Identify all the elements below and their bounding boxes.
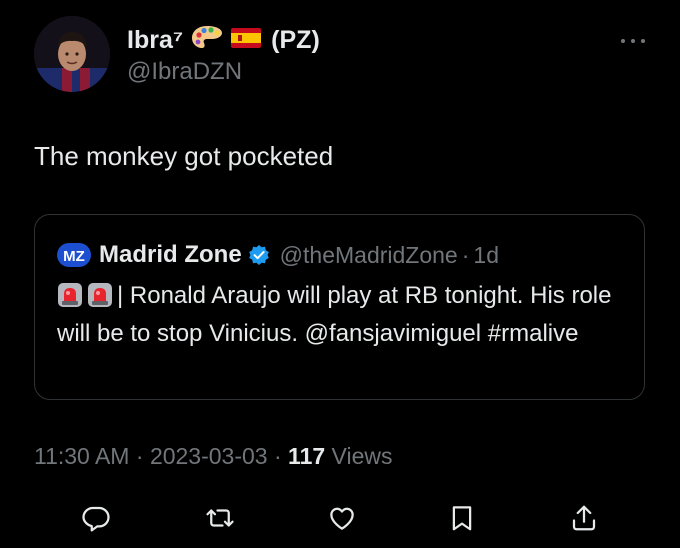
bookmark-icon bbox=[452, 506, 472, 531]
views-count: 117 bbox=[288, 443, 326, 469]
avatar[interactable] bbox=[34, 16, 110, 92]
more-options-icon[interactable] bbox=[620, 34, 646, 45]
share-icon bbox=[572, 505, 596, 531]
reply-icon bbox=[82, 506, 110, 532]
quoted-tweet[interactable]: MZ Madrid Zone @theMadridZone · 1d | Ron… bbox=[34, 214, 645, 400]
quoted-author-handle: @theMadridZone bbox=[279, 241, 458, 268]
quoted-author-name: Madrid Zone bbox=[99, 241, 242, 268]
quoted-time: 1d bbox=[473, 241, 499, 268]
like-icon bbox=[330, 507, 354, 530]
siren-icon bbox=[57, 282, 83, 317]
author-name-suffix: (PZ) bbox=[271, 26, 320, 54]
tweet-time[interactable]: 11:30 AM bbox=[34, 443, 129, 469]
author-name-text: Ibra⁷ bbox=[127, 26, 184, 54]
retweet-icon bbox=[206, 509, 234, 527]
meta-separator: · bbox=[273, 443, 282, 469]
svg-text:MZ: MZ bbox=[63, 248, 85, 265]
action-bar bbox=[0, 498, 680, 538]
madrid-zone-logo-icon: MZ bbox=[57, 242, 91, 268]
quoted-separator: · bbox=[461, 241, 470, 268]
tweet-date[interactable]: 2023-03-03 bbox=[150, 443, 268, 469]
meta-separator: · bbox=[135, 443, 144, 469]
verified-badge-icon bbox=[248, 244, 270, 266]
author-display-name[interactable]: Ibra⁷ (PZ) bbox=[127, 24, 320, 57]
retweet-button[interactable] bbox=[200, 498, 240, 538]
quoted-tweet-body: | Ronald Araujo will play at RB tonight.… bbox=[57, 279, 626, 350]
avatar-image bbox=[34, 16, 110, 92]
like-button[interactable] bbox=[322, 498, 362, 538]
tweet-meta: 11:30 AM · 2023-03-03 · 117 Views bbox=[34, 443, 392, 470]
author-handle[interactable]: @IbraDZN bbox=[127, 58, 242, 86]
share-button[interactable] bbox=[564, 498, 604, 538]
siren-icon bbox=[87, 282, 113, 317]
quoted-tweet-header: MZ Madrid Zone @theMadridZone · 1d bbox=[57, 241, 499, 269]
quoted-tweet-text: | Ronald Araujo will play at RB tonight.… bbox=[57, 282, 612, 347]
spain-flag-icon bbox=[231, 26, 262, 55]
reply-button[interactable] bbox=[76, 498, 116, 538]
bookmark-button[interactable] bbox=[442, 498, 482, 538]
palette-icon bbox=[191, 24, 223, 57]
tweet-text: The monkey got pocketed bbox=[34, 141, 334, 171]
views-label: Views bbox=[331, 443, 393, 469]
